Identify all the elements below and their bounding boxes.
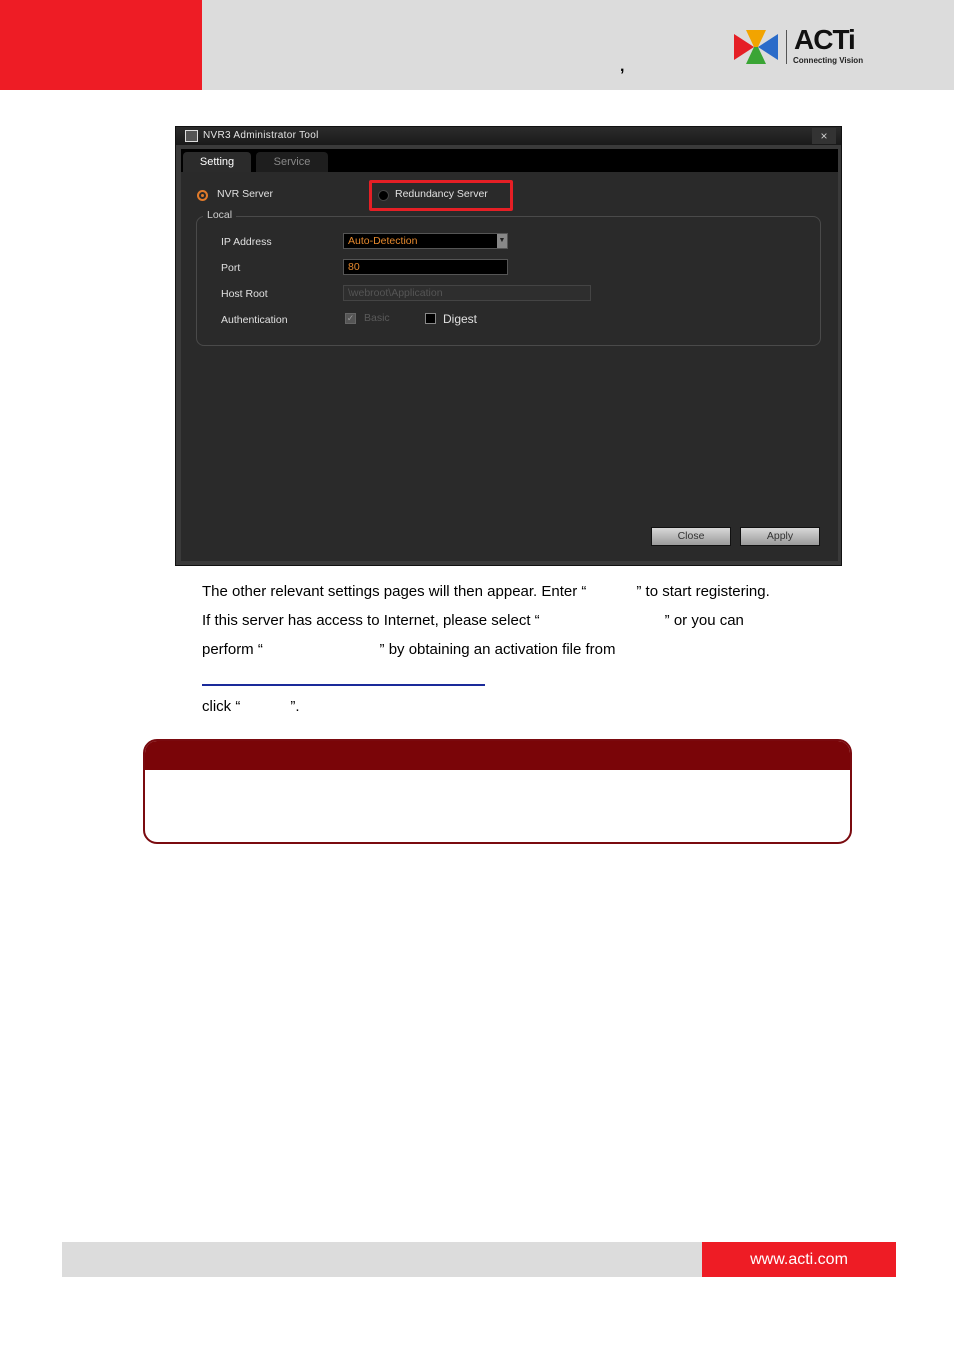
body-line-3: perform “ ” by obtaining an activation f…: [202, 641, 616, 658]
tab-setting[interactable]: Setting: [183, 152, 251, 172]
header-text: ,: [620, 58, 625, 75]
port-input[interactable]: 80: [343, 259, 508, 275]
app-icon: [185, 130, 198, 142]
redundancy-server-label[interactable]: Redundancy Server: [395, 188, 488, 200]
logo-divider: [786, 30, 787, 64]
authentication-label: Authentication: [221, 314, 288, 326]
footer-bar: [62, 1242, 702, 1277]
local-group: [196, 216, 821, 346]
apply-button[interactable]: Apply: [740, 527, 820, 546]
digest-label: Digest: [443, 312, 478, 326]
tab-strip: Setting Service: [181, 149, 838, 172]
settings-panel: NVR Server Redundancy Server Local IP Ad…: [181, 172, 838, 561]
basic-checkbox[interactable]: ✓: [345, 313, 356, 324]
window-close-icon[interactable]: ×: [812, 128, 836, 144]
acti-logo: ACTi Connecting Vision: [732, 24, 872, 68]
local-group-label: Local: [203, 209, 237, 221]
tab-service[interactable]: Service: [256, 152, 328, 172]
ip-address-label: IP Address: [221, 236, 272, 248]
logo-tagline: Connecting Vision: [793, 56, 864, 65]
note-box: [143, 739, 852, 844]
nvr-admin-window: NVR3 Administrator Tool × Setting Servic…: [175, 126, 842, 566]
nvr-server-label[interactable]: NVR Server: [217, 188, 273, 200]
window-title: NVR3 Administrator Tool: [203, 130, 319, 141]
ip-address-select[interactable]: Auto-Detection ▼: [343, 233, 508, 249]
body-line-2: If this server has access to Internet, p…: [202, 612, 744, 629]
port-label: Port: [221, 262, 241, 274]
host-root-label: Host Root: [221, 288, 268, 300]
header-red-block: [0, 0, 202, 90]
footer-url[interactable]: www.acti.com: [702, 1242, 896, 1277]
body-line-4: click “ ”.: [202, 698, 300, 715]
ip-address-value: Auto-Detection: [348, 235, 418, 247]
chevron-down-icon[interactable]: ▼: [497, 234, 507, 248]
footer-url-block: www.acti.com: [702, 1242, 896, 1277]
logo-wordmark: ACTi: [794, 24, 856, 55]
hyperlink-underline[interactable]: [202, 684, 485, 686]
body-line-1: The other relevant settings pages will t…: [202, 583, 770, 600]
note-header: [145, 741, 850, 770]
redundancy-server-radio[interactable]: [378, 190, 389, 201]
acti-logo-icon: [734, 30, 778, 64]
close-button[interactable]: Close: [651, 527, 731, 546]
window-titlebar[interactable]: NVR3 Administrator Tool ×: [176, 127, 841, 145]
basic-label: Basic: [364, 312, 390, 324]
host-root-input[interactable]: \webroot\Application: [343, 285, 591, 301]
digest-checkbox[interactable]: [425, 313, 436, 324]
nvr-server-radio[interactable]: [197, 190, 208, 201]
